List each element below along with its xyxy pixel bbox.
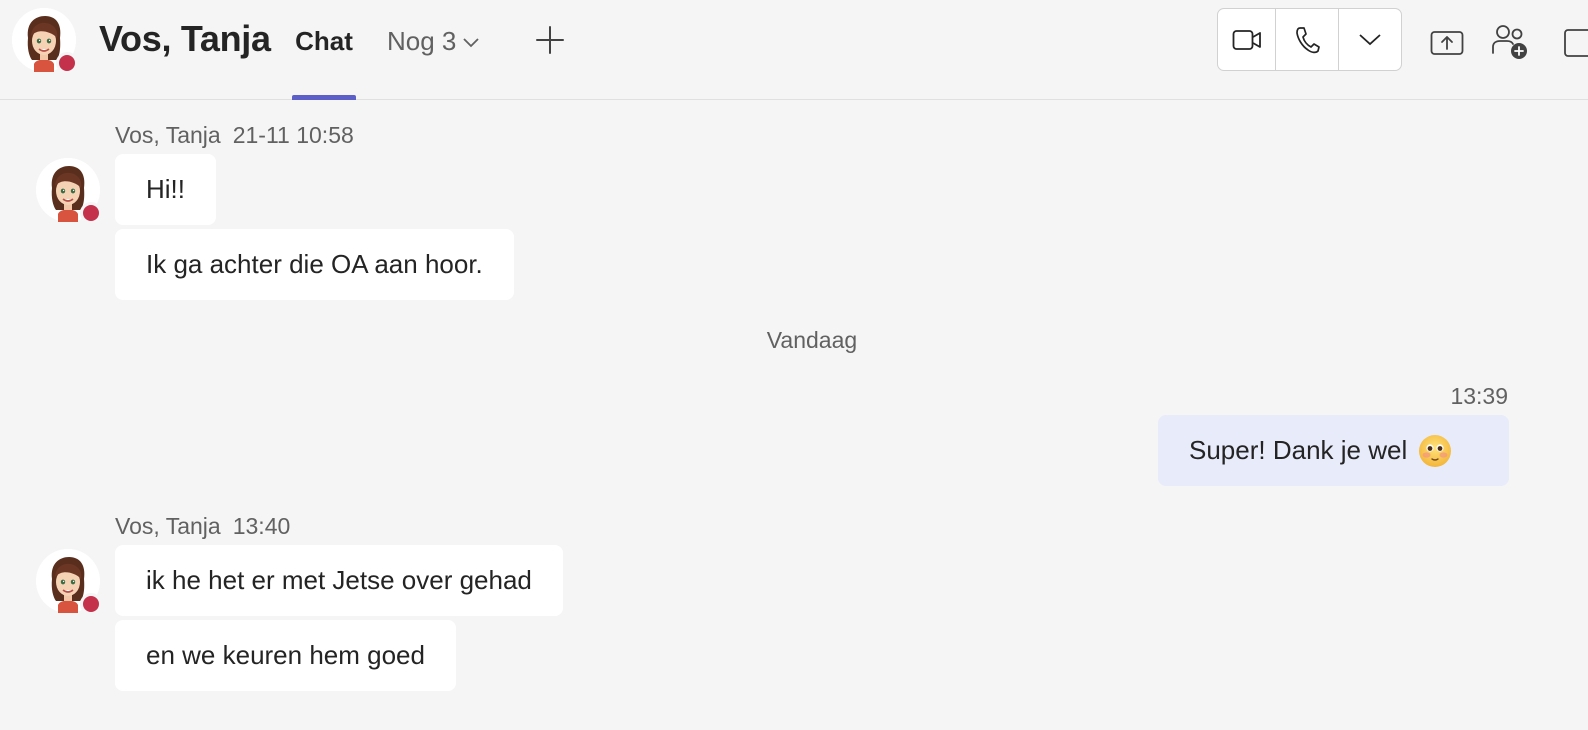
chat-header: Vos, Tanja Chat Nog 3 <box>0 0 1588 100</box>
contact-name[interactable]: Vos, Tanja <box>99 18 271 60</box>
tab-more-label: Nog 3 <box>387 26 457 56</box>
add-people-button[interactable] <box>1490 22 1530 62</box>
active-tab-indicator <box>292 95 356 100</box>
presence-busy-icon <box>80 593 102 615</box>
plus-icon <box>536 26 564 54</box>
avatar[interactable] <box>36 549 102 615</box>
video-call-button[interactable] <box>1218 9 1276 70</box>
message-meta: Vos, Tanja 13:40 <box>115 513 290 540</box>
tab-more-dropdown[interactable]: Nog 3 <box>387 26 480 57</box>
message-meta: Vos, Tanja 21-11 10:58 <box>115 122 354 149</box>
message-bubble[interactable]: Hi!! <box>115 154 216 225</box>
day-separator: Vandaag <box>766 327 858 353</box>
message-timestamp: 13:39 <box>1450 383 1508 409</box>
avatar[interactable] <box>12 8 78 74</box>
call-options-button[interactable] <box>1339 9 1401 70</box>
phone-icon <box>1296 26 1320 53</box>
message-bubble[interactable]: ik he het er met Jetse over gehad <box>115 545 563 616</box>
message-bubble[interactable]: en we keuren hem goed <box>115 620 456 691</box>
video-call-icon <box>1232 29 1261 50</box>
message-bubble[interactable]: Ik ga achter die OA aan hoor. <box>115 229 514 300</box>
blushing-face-emoji <box>1419 434 1452 467</box>
message-timestamp: 13:40 <box>232 513 291 539</box>
share-screen-button[interactable] <box>1428 24 1466 62</box>
message-timestamp: 21-11 10:58 <box>232 122 354 148</box>
presence-busy-icon <box>56 52 78 74</box>
more-actions-button[interactable] <box>1560 26 1588 60</box>
chevron-down-icon <box>1359 33 1381 45</box>
sender-name: Vos, Tanja <box>115 513 221 539</box>
own-message-bubble[interactable]: Super! Dank je wel <box>1158 415 1509 486</box>
tab-chat-label: Chat <box>295 26 353 56</box>
add-tab-button[interactable] <box>534 24 566 56</box>
audio-call-button[interactable] <box>1276 9 1339 70</box>
panel-icon <box>1564 29 1588 57</box>
tab-chat[interactable]: Chat <box>292 26 356 100</box>
message-text: ik he het er met Jetse over gehad <box>146 565 532 595</box>
add-people-icon <box>1492 25 1527 59</box>
message-text: en we keuren hem goed <box>146 640 425 670</box>
message-text: Ik ga achter die OA aan hoor. <box>146 249 483 279</box>
message-text: Super! Dank je wel <box>1189 435 1408 465</box>
call-button-group <box>1217 8 1402 71</box>
chevron-down-icon <box>463 38 480 48</box>
message-text: Hi!! <box>146 174 185 204</box>
sender-name: Vos, Tanja <box>115 122 221 148</box>
presence-busy-icon <box>80 202 102 224</box>
avatar[interactable] <box>36 158 102 224</box>
share-screen-icon <box>1430 31 1464 55</box>
